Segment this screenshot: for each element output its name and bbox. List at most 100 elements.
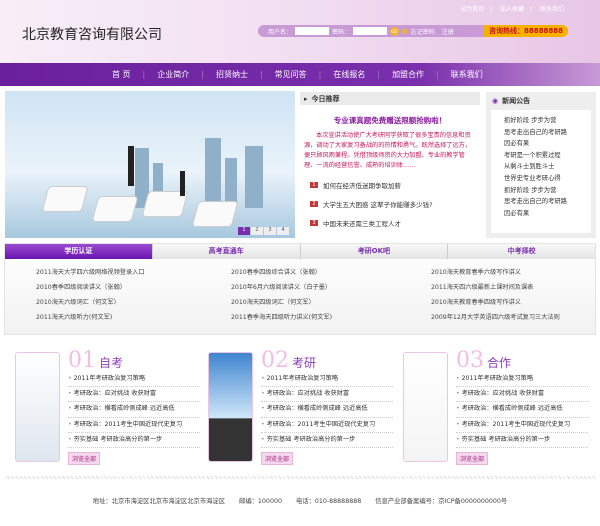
tab-kaoyan[interactable]: 考研OK吧 [301, 244, 449, 259]
section-number: 02 [261, 348, 289, 373]
article-link[interactable]: 考研政治：应对挑战 收获财富 [456, 387, 588, 403]
category-section: 01自考 2011年考研政治复习策略考研政治：应对挑战 收获财富考研政治：横看成… [0, 348, 200, 466]
today-recommend: ▸ 今日推荐 专业课真题免费赠送限额抢购啦！ 本次宣讲活动使广大考研同学获取了很多… [300, 92, 480, 238]
article-link[interactable]: 夯实基础 考研政治高分的第一步 [68, 433, 200, 449]
footer-postcode: 邮编：100000 [239, 498, 282, 505]
article-link[interactable]: 考研政治：应对挑战 收获财富 [68, 387, 200, 403]
contact-link[interactable]: 联系我们 [540, 6, 564, 13]
footer-phone: 电话：010-88888888 [295, 498, 362, 505]
article-link[interactable]: 考研政治：横看成岭侧成峰 远近高低 [68, 402, 200, 418]
add-favorite-link[interactable]: 加入收藏 [500, 6, 524, 13]
article-link[interactable]: 考研政治：横看成岭侧成峰 远近高低 [261, 402, 393, 418]
section-photo [208, 352, 253, 462]
nav-home[interactable]: 首 页 [100, 69, 143, 80]
go-button[interactable]: GO [390, 26, 400, 36]
banner-page[interactable]: 4 [277, 227, 289, 235]
hotline: 咨询热线：88888888 [484, 25, 568, 37]
section-title: 今日推荐 [311, 94, 340, 103]
tab-link[interactable]: 2011海天四六级最新上课时间及课表 [431, 282, 600, 293]
list-item[interactable]: 3 中国未来还需三类工程人才 [300, 218, 480, 228]
list-item[interactable]: 1 如何在经济低迷期争取加薪 [300, 180, 480, 190]
banner-page[interactable]: 3 [264, 227, 276, 235]
lock-icon: ■ [402, 27, 408, 35]
tab-link[interactable]: 2011春季海天四级听力讲义(何文军) [231, 312, 431, 323]
password-label: 密码： [332, 28, 351, 36]
list-item[interactable]: 2 大学生五大困惑 这辈子你能赚多少钱? [300, 199, 480, 209]
forgot-password-link[interactable]: 忘记密码 [411, 27, 435, 36]
article-link[interactable]: 考研政治：2011考生中国近现代史复习 [261, 418, 393, 433]
article-link[interactable]: 2011年考研政治复习策略 [68, 372, 200, 388]
header: 北京教育咨询有限公司 设为首页 | 加入收藏 | 联系我们 用户名： 密码： GO … [0, 0, 600, 63]
banner-image[interactable]: 1 2 3 4 [5, 91, 295, 238]
news-item[interactable]: 因必有果 [504, 208, 591, 220]
tab-link[interactable]: 2010海天教育春季六级写作讲义 [431, 267, 600, 278]
set-homepage-link[interactable]: 设为首页 [460, 6, 484, 13]
bullet-icon: ◉ [492, 96, 499, 105]
footer-divider [5, 476, 595, 479]
main-nav: 首 页 | 企业简介 | 招贤纳士 | 常见问答 | 在线报名 | 加盟合作 | 联系我们 [0, 63, 600, 86]
tab-link[interactable]: 2010春季四级综合讲义（张翰） [231, 267, 431, 278]
article-link[interactable]: 考研政治：应对挑战 收获财富 [261, 387, 393, 403]
section-title: 新闻公告 [502, 96, 531, 105]
headline-body: 本次宣讲活动使广大考研同学获取了很多宝贵的信息和资源，调动了大家复习备战的的热情… [304, 132, 472, 169]
tab-zhongkao[interactable]: 中考择校 [448, 244, 595, 259]
password-input[interactable] [353, 27, 388, 35]
section-number: 03 [456, 348, 484, 373]
tab-link[interactable]: 2011海天六级听力(何文军) [36, 312, 231, 323]
news-item[interactable]: 思考走出自己的考研路 [504, 196, 591, 208]
tab-link[interactable]: 2010海天四级词汇（何文军） [231, 297, 431, 308]
logo: 北京教育咨询有限公司 [22, 27, 162, 43]
article-link[interactable]: 考研政治：2011考生中国近现代史复习 [68, 418, 200, 433]
news-item[interactable]: 从剩斗士到胜斗士 [504, 161, 591, 173]
banner-page[interactable]: 2 [251, 227, 263, 235]
top-links: 设为首页 | 加入收藏 | 联系我们 [460, 6, 564, 13]
section-title[interactable]: 考研 [292, 354, 316, 371]
banner-page[interactable]: 1 [238, 227, 250, 235]
tab-link[interactable]: 2010春季四级阅读讲义（张翰） [36, 282, 231, 293]
footer-icp: 信息产业部备案编号：京ICP备0000000000号 [375, 498, 508, 505]
nav-signup[interactable]: 在线报名 [321, 69, 377, 80]
section-title[interactable]: 自考 [99, 354, 123, 371]
news-item[interactable]: 抓好阶段 步步为营 [504, 115, 591, 127]
view-all-button[interactable]: 浏览全部 [456, 452, 489, 465]
news-item[interactable]: 抓好阶段 步步为营 [504, 185, 591, 197]
login-bar: 用户名： 密码： GO ■ 忘记密码 注册 [258, 25, 488, 37]
headline[interactable]: 专业课真题免费赠送限额抢购啦！ [300, 115, 480, 126]
article-link[interactable]: 夯实基础 考研政治高分的第一步 [261, 433, 393, 449]
nav-partner[interactable]: 加盟合作 [380, 69, 436, 80]
banner-pager: 1 2 3 4 [238, 227, 289, 235]
article-link[interactable]: 2011年考研政治复习策略 [456, 372, 588, 388]
tab-link[interactable]: 2011海天大学四六级网络视频登录入口 [36, 267, 231, 278]
news-item[interactable]: 思考走出自己的考研路 [504, 127, 591, 139]
view-all-button[interactable]: 浏览全部 [68, 452, 101, 465]
register-link[interactable]: 注册 [442, 27, 454, 36]
section-photo [403, 352, 448, 462]
news-panel: ◉ 新闻公告 抓好阶段 步步为营 思考走出自己的考研路 因必有果 考研是一个积累过… [486, 92, 596, 238]
news-item[interactable]: 世界史专业考研心得 [504, 173, 591, 185]
tab-panel: 学历认证 高考直通车 考研OK吧 中考择校 2011海天大学四六级网络视频登录入… [4, 243, 596, 335]
article-link[interactable]: 2011年考研政治复习策略 [261, 372, 393, 388]
news-item[interactable]: 因必有果 [504, 138, 591, 150]
nav-jobs[interactable]: 招贤纳士 [204, 69, 260, 80]
tab-link[interactable]: 2009年12月大学英语四六级考试复习三大法则 [431, 312, 600, 323]
tab-gaokao[interactable]: 高考直通车 [153, 244, 301, 259]
view-all-button[interactable]: 浏览全部 [261, 452, 294, 465]
tab-link[interactable]: 2010海天六级词汇（何文军） [36, 297, 231, 308]
nav-faq[interactable]: 常见问答 [263, 69, 319, 80]
footer: 地址：北京市海淀区北京市海淀区北京市海淀区 邮编：100000 电话：010-8… [0, 496, 600, 505]
nav-about[interactable]: 企业简介 [145, 69, 201, 80]
article-link[interactable]: 考研政治：2011考生中国近现代史复习 [456, 418, 588, 433]
nav-contact[interactable]: 联系我们 [439, 69, 495, 80]
article-link[interactable]: 夯实基础 考研政治高分的第一步 [456, 433, 588, 449]
news-item[interactable]: 考研是一个积累过程 [504, 150, 591, 162]
article-link[interactable]: 考研政治：横看成岭侧成峰 远近高低 [456, 402, 588, 418]
username-input[interactable] [295, 27, 330, 35]
tab-degree[interactable]: 学历认证 [5, 244, 153, 259]
footer-address: 地址：北京市海淀区北京市海淀区北京市海淀区 [92, 498, 226, 505]
tab-link[interactable]: 2010年6月六级阅读讲义（白子墨） [231, 282, 431, 293]
section-photo [15, 352, 60, 462]
section-number: 01 [68, 348, 96, 373]
tab-link[interactable]: 2010海天教育春季四级写作讲义 [431, 297, 600, 308]
section-title[interactable]: 合作 [487, 354, 511, 371]
arrow-icon: ▸ [304, 94, 308, 103]
